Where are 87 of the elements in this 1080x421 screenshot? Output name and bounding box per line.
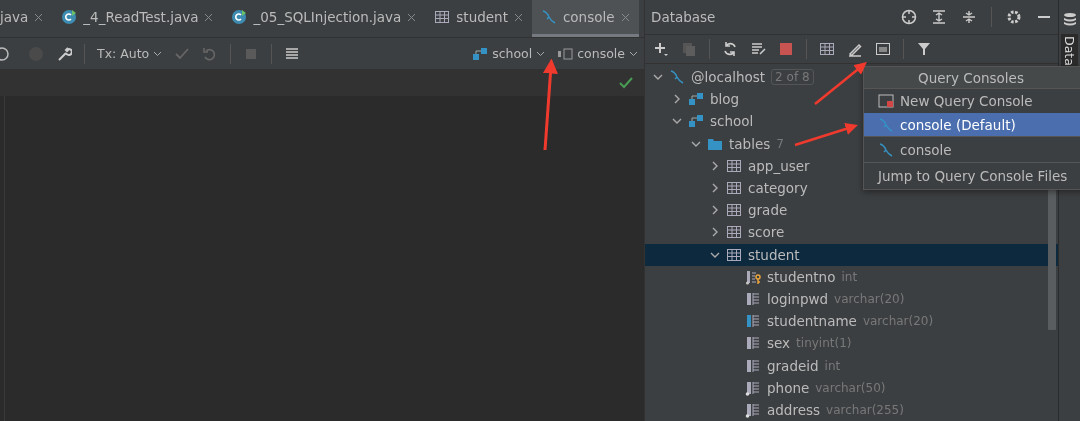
column-icon: [745, 379, 761, 396]
editor-tab[interactable]: student: [425, 0, 532, 37]
tree-item[interactable]: sex tinyint(1): [645, 332, 1058, 355]
database-icon: [1061, 12, 1078, 28]
menu-item[interactable]: console (Default): [864, 113, 1080, 137]
column-type: varchar(255): [826, 402, 904, 417]
database-tools-icon[interactable]: [750, 40, 766, 57]
locate-icon[interactable]: [901, 8, 917, 25]
chevron-right-icon: [710, 160, 720, 171]
menu-item[interactable]: New Query Console: [864, 89, 1080, 113]
menu-item[interactable]: Jump to Query Console Files: [864, 163, 1080, 189]
menu-item[interactable]: console: [864, 137, 1080, 163]
panel-title: Database: [651, 8, 717, 25]
tree-item[interactable]: phone varchar(50): [645, 376, 1058, 399]
check-icon: [618, 75, 634, 91]
close-icon[interactable]: [513, 12, 523, 22]
annotation-arrow: [814, 62, 867, 105]
count-badge: 2 of 8: [771, 69, 814, 86]
dolphin-icon: [878, 141, 894, 158]
editor-tab[interactable]: _05_SQLInjection.java: [222, 0, 426, 37]
caret-icon: [536, 50, 546, 57]
column-type: int: [841, 269, 858, 284]
column-type: varchar(20): [862, 314, 934, 329]
chevron-right-icon: [710, 183, 720, 194]
chevron-right-icon: [672, 94, 682, 105]
class-icon: [61, 9, 78, 25]
host-icon: [669, 69, 685, 86]
filter-icon[interactable]: [916, 40, 932, 57]
schema-icon: [688, 113, 704, 130]
column-icon: [745, 290, 761, 307]
tree-item[interactable]: address varchar(255): [645, 398, 1058, 421]
expand-all-icon[interactable]: [931, 8, 947, 25]
schema-icon: [472, 45, 489, 62]
tree-item[interactable]: studentname varchar(20): [645, 310, 1058, 333]
caret-icon: [153, 50, 163, 57]
column-type: tinyint(1): [796, 336, 852, 351]
column-icon: [745, 357, 761, 374]
editor-tab[interactable]: _4_ReadTest.java: [52, 0, 223, 37]
collapse-all-icon[interactable]: [961, 8, 977, 25]
table-icon: [726, 202, 742, 219]
table-icon[interactable]: [819, 40, 835, 57]
tree-item[interactable]: grade: [645, 199, 1058, 222]
schema-dropdown[interactable]: school: [472, 45, 546, 62]
schema-icon: [688, 91, 704, 108]
close-icon[interactable]: [204, 12, 214, 22]
dolphin-icon: [540, 9, 557, 25]
transaction-mode-dropdown[interactable]: Tx: Auto: [97, 46, 163, 61]
tree-item[interactable]: studentno int: [645, 265, 1058, 288]
column-type: varchar(20): [834, 291, 905, 306]
table-icon: [726, 180, 742, 197]
editor-tab[interactable]: console: [531, 0, 639, 37]
caret-icon: [629, 50, 638, 57]
table-icon[interactable]: [284, 45, 301, 62]
close-icon[interactable]: [34, 12, 44, 22]
scrollbar[interactable]: [1048, 190, 1056, 330]
tree-item[interactable]: score: [645, 221, 1058, 244]
new-console-icon: [878, 93, 894, 109]
column-icon: [745, 401, 761, 418]
close-icon[interactable]: [407, 12, 417, 22]
session-dropdown[interactable]: console: [557, 45, 638, 62]
item-count: 7: [776, 136, 784, 151]
stop-icon[interactable]: [778, 40, 794, 57]
class-icon: [231, 9, 248, 25]
query-console-icon[interactable]: [875, 40, 891, 57]
add-icon[interactable]: [653, 40, 669, 57]
wrench-icon[interactable]: [56, 45, 72, 62]
column-type: varchar(50): [815, 380, 886, 395]
column-type: int: [824, 358, 841, 373]
column-icon: [745, 313, 761, 330]
key-column-icon: [745, 268, 761, 285]
table-icon: [726, 224, 742, 241]
table-icon: [434, 9, 451, 25]
tree-item[interactable]: gradeid int: [645, 354, 1058, 377]
chevron-right-icon: [710, 205, 720, 216]
annotation-arrow: [794, 122, 858, 147]
refresh-icon[interactable]: [722, 40, 738, 57]
editor-tab[interactable]: java: [0, 0, 53, 37]
popup-title: Query Consoles: [864, 67, 1080, 89]
plug-icon: [557, 45, 574, 62]
dolphin-icon: [878, 116, 894, 133]
tree-item[interactable]: student: [645, 243, 1058, 266]
tree-item[interactable]: loginpwd varchar(20): [645, 287, 1058, 311]
chevron-right-icon: [710, 227, 720, 238]
side-tab[interactable]: Data: [1061, 34, 1078, 68]
table-icon: [726, 246, 742, 263]
column-icon: [745, 335, 761, 352]
table-icon: [726, 157, 742, 174]
